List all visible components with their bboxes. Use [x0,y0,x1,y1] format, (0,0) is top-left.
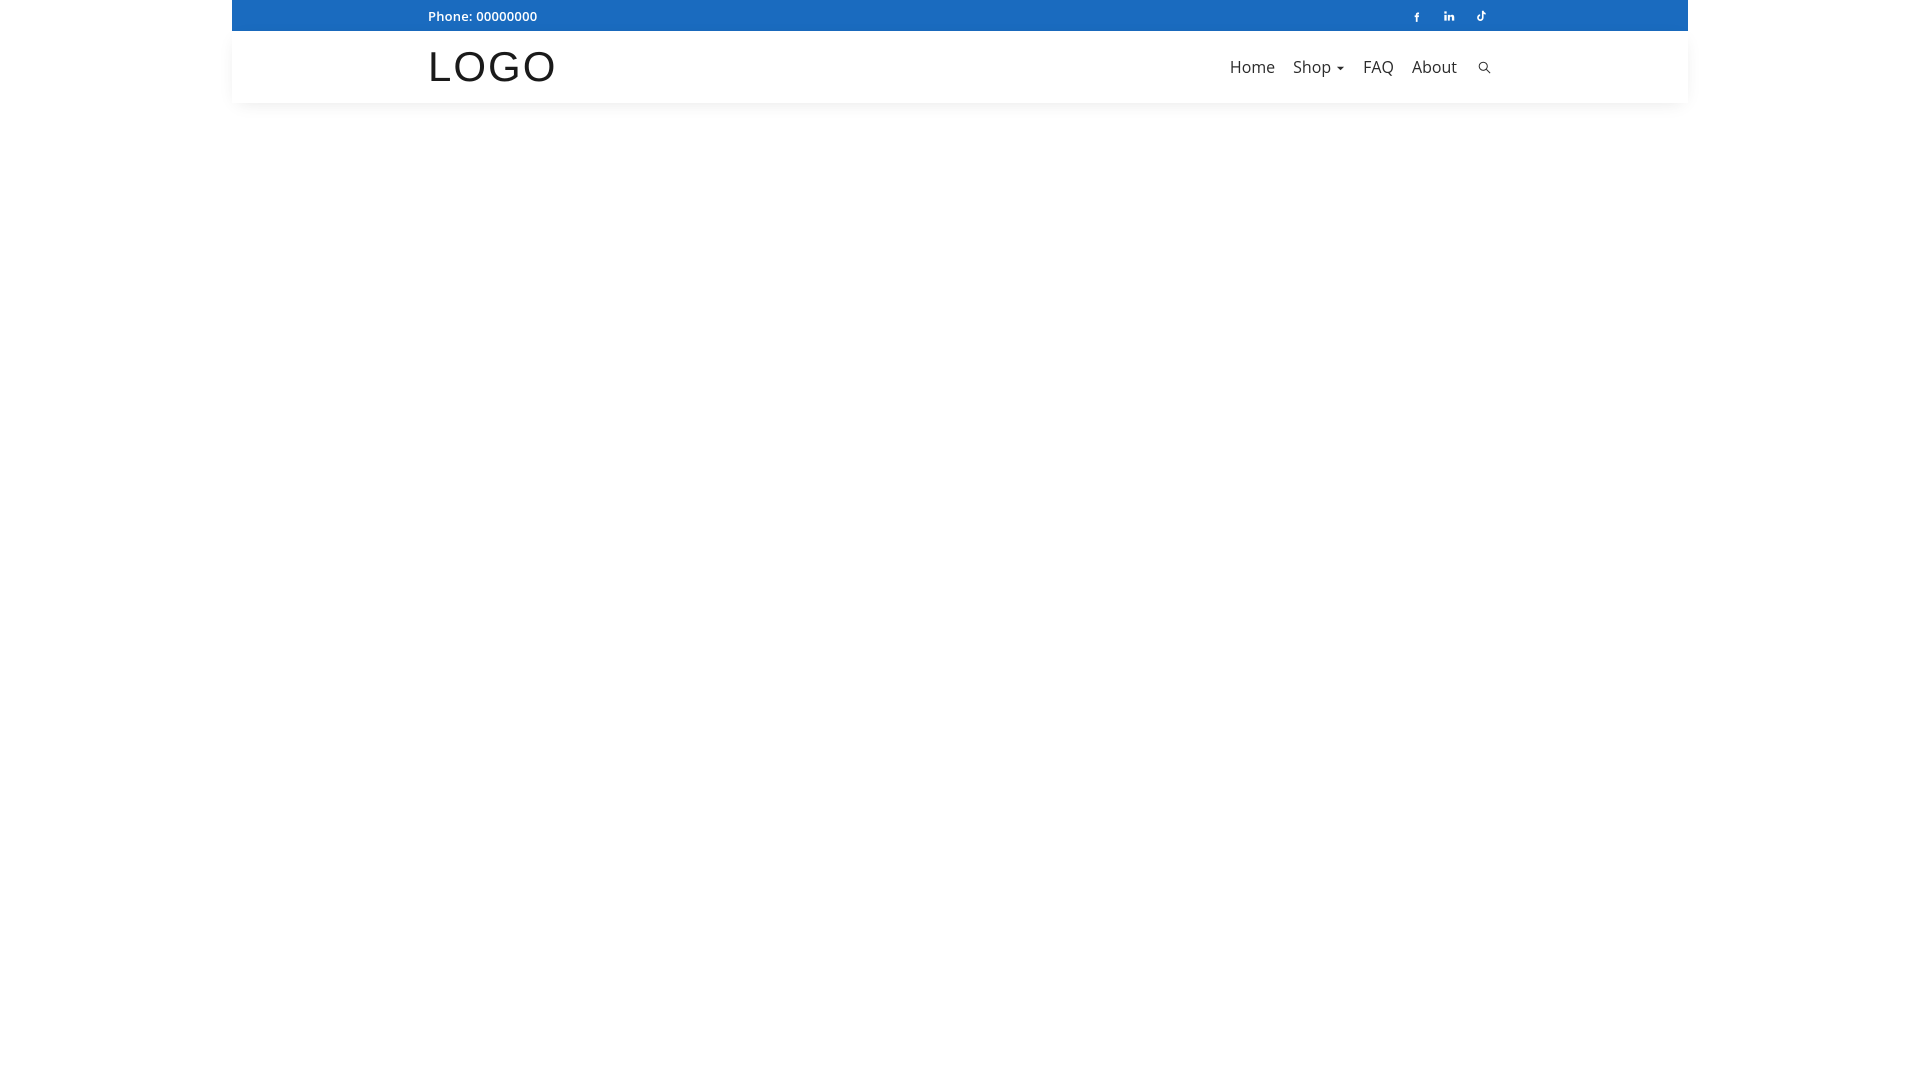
site-logo[interactable]: LOGO [428,46,557,88]
nav-label: Shop [1293,56,1331,78]
nav-label: About [1412,56,1457,78]
tiktok-icon[interactable] [1474,9,1488,23]
page-content [232,103,1688,703]
search-button[interactable] [1477,60,1492,75]
social-links [1410,9,1488,23]
linkedin-icon[interactable] [1442,9,1456,23]
nav-label: FAQ [1363,56,1394,78]
facebook-icon[interactable] [1410,9,1424,23]
topbar: Phone: 00000000 [232,0,1688,31]
nav-about[interactable]: About [1412,56,1457,78]
nav-faq[interactable]: FAQ [1363,56,1394,78]
nav-home[interactable]: Home [1230,56,1275,78]
main-nav: Home Shop FAQ About [1230,56,1492,78]
header: LOGO Home Shop FAQ About [232,31,1688,103]
chevron-down-icon [1336,56,1345,78]
phone-label: Phone: 00000000 [428,7,537,25]
nav-shop[interactable]: Shop [1293,56,1345,78]
nav-label: Home [1230,56,1275,78]
search-icon [1477,60,1492,75]
